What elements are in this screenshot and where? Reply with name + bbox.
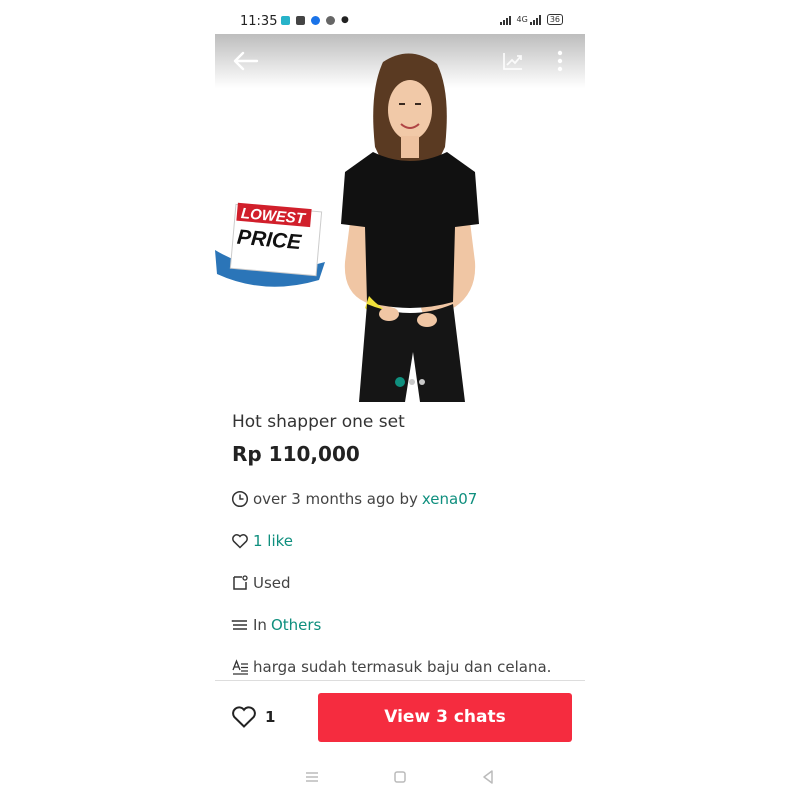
like-button[interactable]: 1 — [231, 705, 275, 729]
app-notification-icon — [281, 15, 290, 25]
product-image-carousel[interactable]: LOWEST PRICE GUARANTEE — [215, 34, 585, 402]
likes-row[interactable]: 1 like — [231, 532, 293, 550]
notification-icons: ● — [281, 15, 349, 25]
network-type: 4G — [516, 15, 528, 24]
heart-icon — [232, 706, 256, 728]
status-bar: 11:35 ● 4G 36 — [215, 0, 585, 34]
wifi-signal-icon — [499, 15, 511, 25]
battery-icon: 36 — [546, 14, 563, 25]
category-prefix: In — [253, 616, 267, 634]
back-triangle-icon[interactable] — [479, 768, 497, 786]
category-row: In Others — [231, 616, 321, 634]
home-square-icon[interactable] — [391, 768, 409, 786]
product-price: Rp 110,000 — [232, 442, 360, 466]
product-title: Hot shapper one set — [232, 412, 405, 432]
carousel-dot[interactable] — [409, 379, 415, 385]
list-icon — [231, 620, 247, 630]
app-notification-icon — [326, 15, 335, 25]
status-indicators: 4G 36 — [499, 14, 563, 25]
app-screen: 11:35 ● 4G 36 LOWEST PRICE GUARANTEE Hot… — [215, 0, 585, 800]
tag-icon — [233, 575, 248, 590]
category-link[interactable]: Others — [271, 616, 321, 634]
app-notification-icon — [311, 15, 320, 25]
divider — [215, 680, 585, 681]
likes-link[interactable]: 1 like — [253, 532, 293, 550]
lowest-price-badge: LOWEST PRICE GUARANTEE — [215, 202, 325, 287]
clock-icon — [231, 490, 249, 508]
menu-icon[interactable] — [303, 768, 321, 786]
back-arrow-icon[interactable] — [229, 48, 261, 74]
trend-icon[interactable] — [501, 50, 525, 72]
system-nav-bar — [215, 760, 585, 796]
status-time: 11:35 — [240, 14, 278, 29]
carousel-dot[interactable] — [419, 379, 425, 385]
seller-link[interactable]: xena07 — [422, 490, 477, 508]
product-photo — [341, 53, 479, 402]
app-notification-icon — [296, 15, 305, 25]
cell-signal-icon — [529, 14, 541, 25]
posted-info: over 3 months ago by xena07 — [231, 490, 477, 508]
carousel-dot-active[interactable] — [395, 377, 405, 387]
text-icon — [232, 659, 248, 675]
posted-time: over 3 months ago by — [253, 490, 418, 508]
more-notifications-icon: ● — [341, 15, 349, 25]
more-vert-icon[interactable] — [553, 48, 567, 74]
view-chats-button[interactable]: View 3 chats — [318, 693, 572, 742]
like-count: 1 — [265, 708, 276, 726]
carousel-indicator — [395, 377, 425, 387]
condition-row: Used — [231, 574, 291, 592]
heart-icon — [232, 534, 248, 549]
description-row: harga sudah termasuk baju dan celana. — [231, 658, 551, 676]
condition-text: Used — [253, 574, 291, 592]
description-text: harga sudah termasuk baju dan celana. — [253, 658, 552, 676]
